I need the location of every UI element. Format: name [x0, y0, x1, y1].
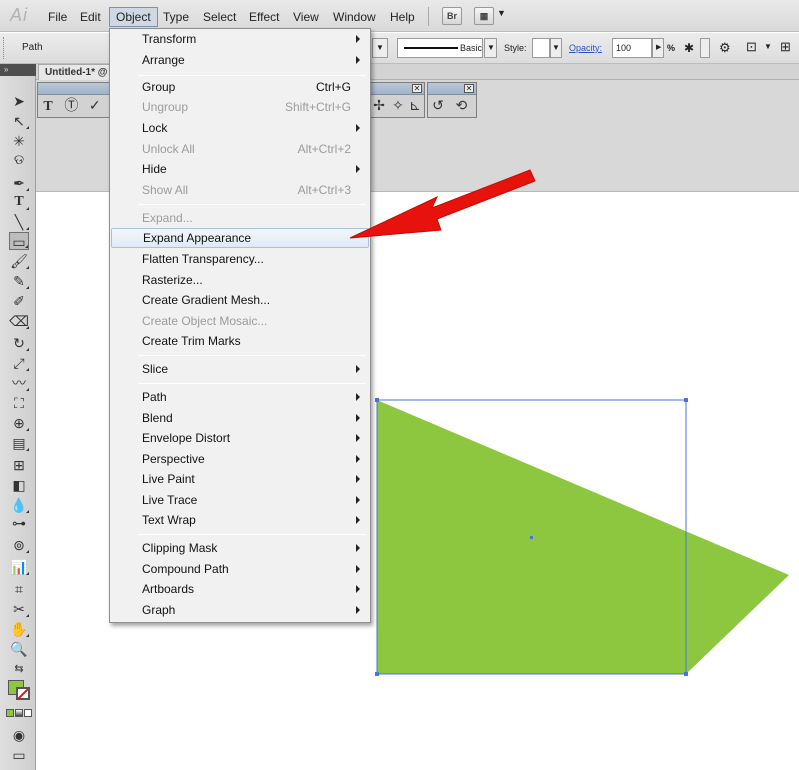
annotation-arrow [349, 169, 536, 239]
red-arrow-icon [349, 169, 536, 239]
